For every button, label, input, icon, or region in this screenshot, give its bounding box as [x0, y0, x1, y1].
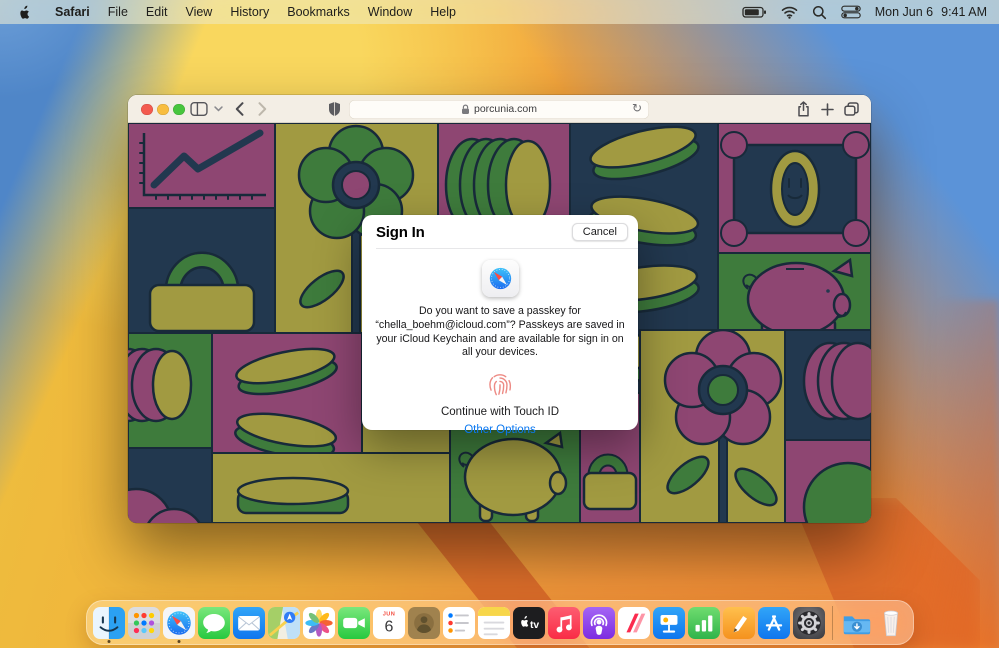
apple-menu-icon[interactable] [18, 5, 32, 20]
svg-text:tv: tv [529, 620, 538, 631]
touch-id-label: Continue with Touch ID [362, 406, 638, 418]
battery-icon[interactable] [742, 4, 767, 20]
menu-safari[interactable]: Safari [46, 5, 99, 19]
safari-toolbar: porcunia.com ↻ [128, 95, 871, 123]
address-url: porcunia.com [474, 103, 537, 115]
dialog-header: Sign In Cancel [362, 215, 638, 248]
dialog-message: Do you want to save a passkey for “chell… [371, 305, 629, 360]
dock-mail-icon[interactable] [233, 607, 265, 639]
dock-launchpad-icon[interactable] [128, 607, 160, 639]
dock-app-store-icon[interactable] [758, 607, 790, 639]
menu-items: SafariFileEditViewHistoryBookmarksWindow… [46, 5, 465, 19]
dock-maps-icon[interactable] [268, 607, 300, 639]
menu-view[interactable]: View [176, 5, 221, 19]
address-bar[interactable]: porcunia.com ↻ [349, 100, 649, 119]
menu-bookmarks[interactable]: Bookmarks [278, 5, 359, 19]
forward-icon[interactable] [254, 99, 270, 119]
dock-tv-icon[interactable]: tv [513, 607, 545, 639]
menu-bar-date: Mon Jun 6 [875, 5, 933, 19]
wallpaper-shape [880, 300, 999, 648]
sidebar-icon[interactable] [188, 99, 210, 119]
dock-downloads-icon[interactable] [840, 607, 872, 639]
dock-notes-icon[interactable] [478, 607, 510, 639]
calendar-month: JUN [382, 611, 394, 617]
dock-news-icon[interactable] [618, 607, 650, 639]
tabs-icon[interactable] [841, 99, 861, 119]
control-center-icon[interactable] [841, 5, 861, 19]
other-options-link[interactable]: Other Options [362, 424, 638, 436]
new-tab-icon[interactable] [818, 99, 836, 119]
dock-safari-icon[interactable] [163, 607, 195, 639]
wifi-icon[interactable] [781, 6, 798, 19]
dock-system-settings-icon[interactable] [793, 607, 825, 639]
dock-calendar-icon[interactable]: JUN6 [373, 607, 405, 639]
calendar-day: 6 [384, 618, 393, 635]
menu-file[interactable]: File [99, 5, 137, 19]
safari-compass-icon [482, 260, 519, 297]
menu-edit[interactable]: Edit [137, 5, 177, 19]
dock-numbers-icon[interactable] [688, 607, 720, 639]
dock-trash-icon[interactable] [875, 607, 907, 639]
dialog-title: Sign In [376, 224, 425, 241]
dock: JUN6 tv [86, 600, 914, 645]
chevron-down-icon[interactable] [212, 99, 224, 119]
menu-help[interactable]: Help [421, 5, 465, 19]
desktop: SafariFileEditViewHistoryBookmarksWindow… [0, 0, 999, 648]
menu-bar: SafariFileEditViewHistoryBookmarksWindow… [0, 0, 999, 24]
minimize-button[interactable] [157, 104, 169, 116]
dock-finder-icon[interactable] [93, 607, 125, 639]
back-icon[interactable] [231, 99, 247, 119]
fingerprint-icon [484, 369, 516, 401]
dock-messages-icon[interactable] [198, 607, 230, 639]
dock-reminders-icon[interactable] [443, 607, 475, 639]
search-icon[interactable] [812, 5, 827, 20]
dock-keynote-icon[interactable] [653, 607, 685, 639]
reload-icon[interactable]: ↻ [632, 101, 642, 115]
shield-icon[interactable] [325, 99, 343, 119]
sign-in-dialog: Sign In Cancel Do you want to save a pas… [362, 215, 638, 430]
dock-photos-icon[interactable] [303, 607, 335, 639]
close-button[interactable] [141, 104, 153, 116]
dock-separator [832, 606, 833, 640]
share-icon[interactable] [794, 99, 812, 119]
dialog-divider [376, 248, 638, 249]
menu-bar-clock[interactable]: Mon Jun 6 9:41 AM [875, 5, 987, 19]
lock-icon [461, 104, 470, 115]
zoom-button[interactable] [173, 104, 185, 116]
menu-bar-status: Mon Jun 6 9:41 AM [742, 4, 987, 20]
menu-history[interactable]: History [221, 5, 278, 19]
cancel-button[interactable]: Cancel [572, 223, 628, 241]
dock-contacts-icon[interactable] [408, 607, 440, 639]
dock-podcasts-icon[interactable] [583, 607, 615, 639]
menu-bar-time: 9:41 AM [941, 5, 987, 19]
dock-pages-icon[interactable] [723, 607, 755, 639]
dock-music-icon[interactable] [548, 607, 580, 639]
dock-facetime-icon[interactable] [338, 607, 370, 639]
menu-window[interactable]: Window [359, 5, 421, 19]
